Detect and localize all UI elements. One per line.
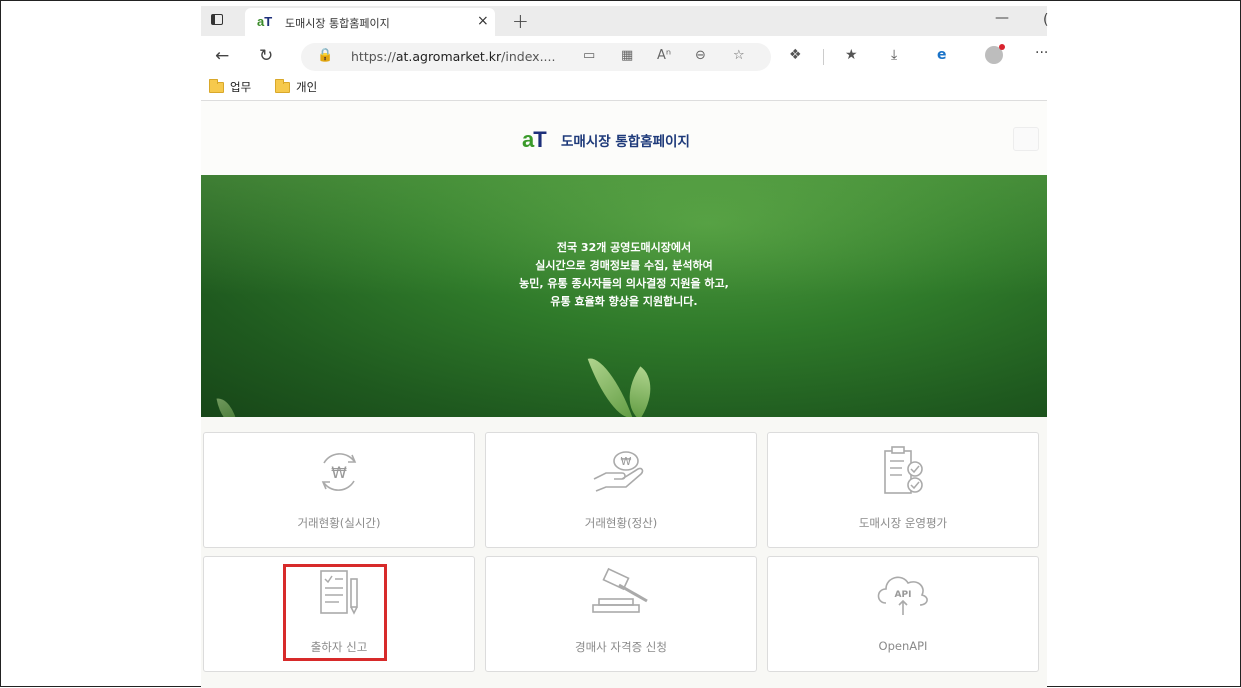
tab-close-icon[interactable]: × — [477, 13, 489, 29]
minimize-button[interactable]: — — [995, 10, 1009, 26]
read-aloud-icon[interactable]: Aⁿ — [657, 48, 671, 63]
leaf-decoration — [587, 351, 633, 417]
add-favorite-icon[interactable]: ☆ — [733, 48, 745, 63]
hero-text: 전국 32개 공영도매시장에서 실시간으로 경매정보를 수집, 분석하여 농민,… — [201, 239, 1047, 311]
hero-banner: 전국 32개 공영도매시장에서 실시간으로 경매정보를 수집, 분석하여 농민,… — [201, 175, 1047, 417]
highlight-box — [283, 564, 387, 661]
menu-card-label: OpenAPI — [878, 639, 928, 653]
gavel-icon — [592, 567, 648, 613]
folder-icon — [209, 78, 224, 93]
toolbar-divider — [823, 49, 824, 65]
menu-card-label: 경매사 자격증 신청 — [575, 640, 667, 654]
menu-card-label: 거래현황(실시간) — [297, 516, 381, 530]
extensions-icon[interactable]: ❖ — [789, 47, 802, 63]
won-cycle-icon: ₩ — [321, 453, 357, 491]
menu-card-market-evaluation[interactable]: 도매시장 운영평가 — [767, 432, 1039, 548]
favorites-icon[interactable]: ★ — [845, 47, 858, 63]
refresh-icon[interactable]: ↻ — [259, 46, 273, 66]
tablet-icon[interactable]: ▭ — [583, 48, 595, 63]
svg-text:₩: ₩ — [621, 455, 632, 468]
site-header: aT 도매시장 통합홈페이지 — [201, 101, 1047, 175]
hand-coin-icon: ₩ — [593, 451, 644, 492]
bookmark-label: 업무 — [230, 80, 252, 94]
more-icon[interactable]: ··· — [1035, 45, 1048, 61]
menu-card-settlement-trade[interactable]: ₩ 거래현황(정산) — [485, 432, 757, 548]
menu-card-label: 거래현황(정산) — [584, 516, 658, 530]
address-row: ← ↻ 🔒 https://at.agromarket.kr/index....… — [201, 38, 1048, 76]
folder-icon — [275, 78, 290, 93]
cloud-api-icon: API — [877, 576, 928, 615]
bookmark-label: 개인 — [296, 80, 318, 94]
bookmarks-bar: 업무 개인 — [201, 76, 1047, 101]
browser-tab[interactable]: aT 도매시장 통합홈페이지 × — [245, 8, 495, 36]
tab-actions-icon[interactable] — [211, 14, 223, 25]
svg-text:₩: ₩ — [331, 463, 347, 482]
new-tab-button[interactable]: + — [512, 9, 529, 33]
lock-icon[interactable]: 🔒 — [317, 48, 333, 63]
menu-card-label: 도매시장 운영평가 — [858, 516, 948, 530]
tab-bar: aT 도매시장 통합홈페이지 × + — ( — [201, 6, 1048, 36]
leaf-decoration — [216, 395, 238, 417]
bookmark-folder-personal[interactable]: 개인 — [275, 78, 318, 95]
zoom-icon[interactable]: ⊖ — [695, 48, 706, 63]
svg-text:API: API — [895, 590, 912, 600]
address-bar[interactable]: 🔒 https://at.agromarket.kr/index.... ▭ ▦… — [301, 43, 771, 71]
hero-line: 전국 32개 공영도매시장에서 — [556, 241, 692, 254]
menu-card-auctioneer-license[interactable]: 경매사 자격증 신청 — [485, 556, 757, 672]
back-icon[interactable]: ← — [215, 46, 229, 66]
url-text[interactable]: https://at.agromarket.kr/index.... — [351, 49, 555, 64]
tab-favicon: aT — [257, 14, 273, 29]
menu-card-openapi[interactable]: API OpenAPI — [767, 556, 1039, 672]
menu-icon[interactable] — [1013, 127, 1039, 151]
grid-icon[interactable]: ▦ — [621, 48, 633, 63]
clipboard-check-icon — [884, 446, 923, 494]
profile-icon[interactable] — [985, 44, 1005, 64]
ie-mode-icon[interactable]: e — [937, 47, 947, 63]
bookmark-folder-work[interactable]: 업무 — [209, 78, 252, 95]
at-logo[interactable]: aT — [522, 127, 547, 153]
hero-line: 농민, 유통 종사자들의 의사결정 지원을 하고, — [519, 277, 729, 290]
hero-line: 실시간으로 경매정보를 수집, 분석하여 — [535, 259, 713, 272]
downloads-icon[interactable]: ⤓ — [891, 47, 897, 63]
hero-line: 유통 효율화 향상을 지원합니다. — [550, 295, 698, 308]
maximize-button[interactable]: ( — [1043, 12, 1048, 28]
tab-title: 도매시장 통합홈페이지 — [285, 17, 390, 30]
menu-card-realtime-trade[interactable]: ₩ 거래현황(실시간) — [203, 432, 475, 548]
site-title[interactable]: 도매시장 통합홈페이지 — [561, 130, 690, 150]
